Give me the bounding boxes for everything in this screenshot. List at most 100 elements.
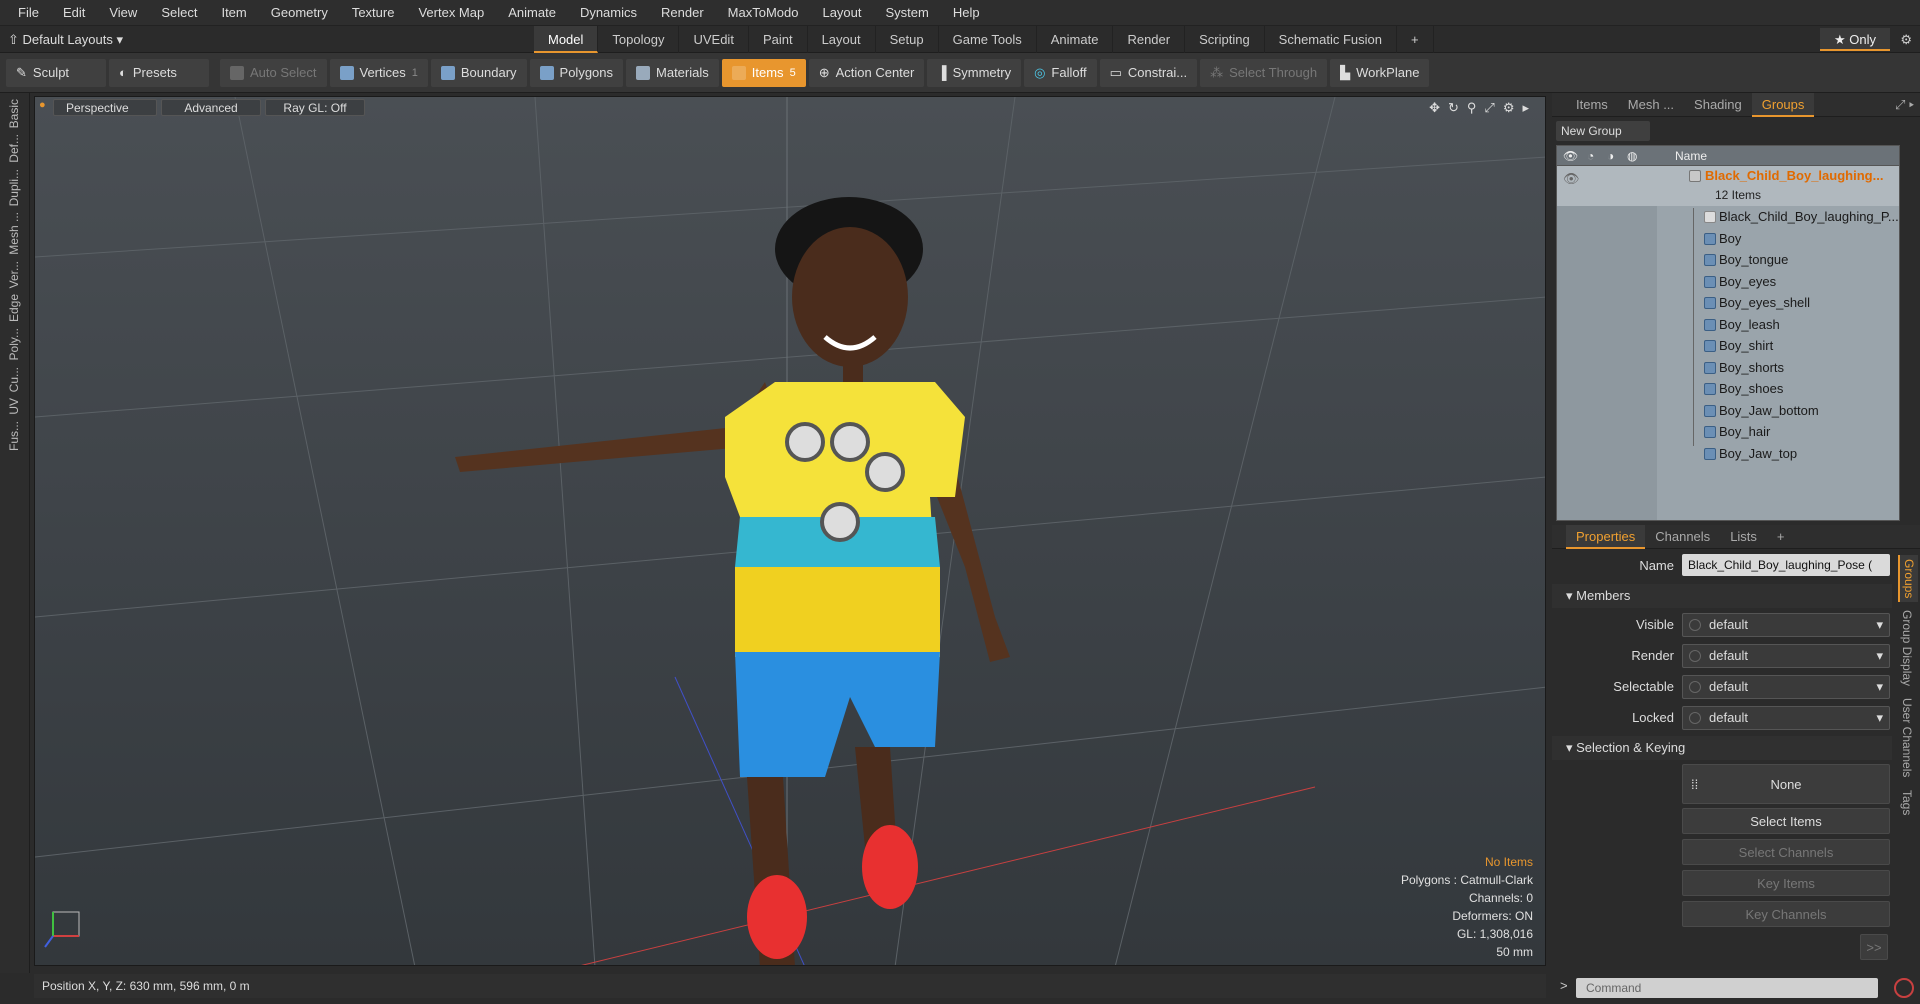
action-center-button[interactable]: ⊕ Action Center [808,58,925,87]
record-icon[interactable] [1894,978,1914,998]
tab-lists[interactable]: Lists [1720,525,1767,549]
more-button[interactable]: >> [1860,934,1888,960]
menu-view[interactable]: View [97,0,149,26]
side-tab-groups[interactable]: Groups [1898,555,1918,603]
left-tab-basic[interactable]: Basic [7,99,23,128]
menu-select[interactable]: Select [149,0,209,26]
fit-icon[interactable]: ⤢ [1484,100,1494,116]
key-channels-button[interactable]: Key Channels [1682,901,1890,927]
left-tab-fusion[interactable]: Fus... [7,421,23,451]
tab-uvedit[interactable]: UVEdit [679,26,749,53]
lock-column-icon[interactable]: ◍ [1627,146,1637,166]
tab-scripting[interactable]: Scripting [1185,26,1265,53]
menu-file[interactable]: File [6,0,51,26]
tab-model[interactable]: Model [534,26,599,53]
add-tab-icon[interactable]: + [1397,26,1434,53]
menu-help[interactable]: Help [941,0,992,26]
select-column-icon[interactable]: ◑ [1607,146,1614,166]
locked-dropdown[interactable]: default [1682,706,1890,730]
shading-mode-button[interactable]: Advanced [161,99,261,116]
tab-layout[interactable]: Layout [808,26,876,53]
none-button[interactable]: ⁞⁞ None [1682,764,1890,804]
list-item[interactable]: Black_Child_Boy_laughing_P... [1557,206,1899,228]
list-item[interactable]: Boy [1557,228,1899,250]
tab-mesh[interactable]: Mesh ... [1618,93,1684,117]
materials-button[interactable]: Materials [626,58,719,87]
list-item[interactable]: Boy_Jaw_bottom [1557,400,1899,422]
symmetry-button[interactable]: ▐ Symmetry [927,58,1022,87]
menu-animate[interactable]: Animate [496,0,568,26]
new-group-button[interactable]: New Group [1556,121,1650,141]
menu-vertex-map[interactable]: Vertex Map [406,0,496,26]
side-tab-tags[interactable]: Tags [1898,786,1916,819]
tab-render[interactable]: Render [1113,26,1186,53]
left-tab-mesh[interactable]: Mesh ... [7,212,23,255]
vertices-button[interactable]: Vertices 1 [329,58,428,87]
list-item[interactable]: Boy_leash [1557,314,1899,336]
left-tab-uv[interactable]: UV [7,398,23,415]
tab-items[interactable]: Items [1566,93,1618,117]
list-item[interactable]: Boy_shorts [1557,357,1899,379]
list-item[interactable]: Boy_tongue [1557,249,1899,271]
tab-schematic-fusion[interactable]: Schematic Fusion [1265,26,1397,53]
sculpt-button[interactable]: ✎ Sculpt [6,58,106,87]
viewport-settings-icon[interactable]: ⚙ [1503,100,1515,116]
items-button[interactable]: Items 5 [721,58,806,87]
constraints-button[interactable]: ▭ Constrai... [1099,58,1198,87]
tab-shading[interactable]: Shading [1684,93,1752,117]
presets-button[interactable]: ◐ Presets [109,58,209,87]
polygons-button[interactable]: Polygons [529,58,624,87]
view-type-button[interactable]: Perspective [53,99,157,116]
menu-edit[interactable]: Edit [51,0,97,26]
left-tab-edge[interactable]: Edge [7,294,23,322]
workplane-button[interactable]: ▙ WorkPlane [1330,58,1430,87]
viewport-menu-icon[interactable]: ● [39,99,46,111]
pan-icon[interactable]: ✥ [1429,100,1440,116]
tab-properties[interactable]: Properties [1566,524,1646,549]
left-tab-duplicate[interactable]: Dupli... [7,169,23,206]
list-item[interactable]: Boy_shirt [1557,335,1899,357]
tab-paint[interactable]: Paint [749,26,808,53]
group-name-field[interactable]: Black_Child_Boy_laughing_Pose ( [1682,554,1890,576]
tab-animate[interactable]: Animate [1037,26,1114,53]
tab-setup[interactable]: Setup [876,26,939,53]
selectable-dropdown[interactable]: default [1682,675,1890,699]
left-tab-polygon[interactable]: Poly... [7,328,23,360]
rotate-icon[interactable]: ↻ [1448,100,1459,116]
falloff-button[interactable]: ◎ Falloff [1024,58,1097,87]
menu-layout[interactable]: Layout [810,0,873,26]
group-row[interactable]: 👁 Black_Child_Boy_laughing... 12 Items [1557,166,1899,206]
menu-geometry[interactable]: Geometry [259,0,340,26]
list-item[interactable]: Boy_eyes [1557,271,1899,293]
list-item[interactable]: Boy_eyes_shell [1557,292,1899,314]
menu-item[interactable]: Item [209,0,258,26]
visibility-column-icon[interactable]: 👁 [1563,146,1578,166]
tab-groups[interactable]: Groups [1751,92,1815,117]
character-model[interactable] [455,197,1010,966]
menu-maxtomodo[interactable]: MaxToModo [716,0,811,26]
group-item-list[interactable]: 👁 ◔ ◑ ◍ Name 👁 Black_Child_Boy_laughing.… [1556,145,1900,521]
side-tab-group-display[interactable]: Group Display [1898,606,1916,690]
tab-topology[interactable]: Topology [598,26,680,53]
add-prop-tab-icon[interactable]: + [1767,525,1795,549]
visible-dropdown[interactable]: default [1682,613,1890,637]
command-input[interactable]: Command [1576,978,1878,998]
members-section[interactable]: ▾ Members [1552,584,1892,608]
tab-channels[interactable]: Channels [1645,525,1720,549]
zoom-icon[interactable]: ⚲ [1467,100,1477,116]
list-item[interactable]: Boy_shoes [1557,378,1899,400]
select-through-button[interactable]: ⁂ Select Through [1200,58,1328,87]
left-tab-curve[interactable]: Cu... [7,367,23,392]
menu-system[interactable]: System [874,0,941,26]
left-tab-deform[interactable]: Def... [7,134,23,163]
list-item[interactable]: Boy_hair [1557,421,1899,443]
left-tab-vertex[interactable]: Ver... [7,261,23,288]
panel-expand-icon[interactable]: ⤢ ▸ [1895,97,1914,113]
only-button[interactable]: ★ Only [1820,28,1890,51]
menu-render[interactable]: Render [649,0,716,26]
selection-keying-section[interactable]: ▾ Selection & Keying [1552,736,1892,760]
side-tab-user-channels[interactable]: User Channels [1898,694,1916,781]
menu-dynamics[interactable]: Dynamics [568,0,649,26]
auto-select-button[interactable]: Auto Select [220,58,327,87]
raygl-button[interactable]: Ray GL: Off [265,99,365,116]
